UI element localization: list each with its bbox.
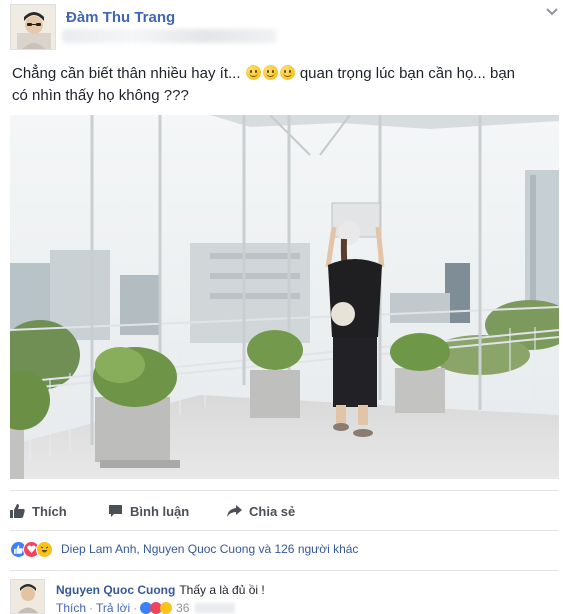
post-text-line2: có nhìn thấy họ không ???	[12, 87, 189, 104]
separator: ·	[89, 601, 94, 614]
smile-emoji-icon	[279, 65, 295, 80]
share-label: Chia sẻ	[249, 503, 296, 519]
post-card: Đàm Thu Trang Chẳng cần biết thân nhiều …	[0, 0, 563, 614]
comment-meta: Thích · Trả lời · 36	[56, 601, 236, 614]
divider	[10, 490, 559, 491]
haha-reaction-icon	[160, 602, 173, 614]
author-avatar[interactable]	[10, 4, 56, 50]
post-meta-blurred	[62, 29, 276, 43]
thumbs-up-icon	[10, 504, 25, 518]
post-author-name[interactable]: Đàm Thu Trang	[66, 9, 175, 26]
post-text: Chẳng cần biết thân nhiều hay ít... quan…	[12, 63, 557, 107]
comment-reaction-count[interactable]: 36	[176, 601, 189, 614]
comment-reply-link[interactable]: Trả lời	[96, 601, 130, 614]
comment-time-blurred	[195, 603, 236, 613]
separator: ·	[133, 601, 138, 614]
divider	[10, 530, 559, 531]
like-button[interactable]: Thích	[10, 502, 67, 520]
smile-emoji-icon	[245, 65, 261, 80]
comment-icon	[109, 505, 122, 517]
comment-button[interactable]: Bình luận	[108, 502, 189, 520]
post-photo[interactable]	[10, 115, 559, 479]
comment-body: Nguyen Quoc Cuong Thấy a là đủ ồi !	[56, 583, 265, 597]
post-text-line1: Chẳng cần biết thân nhiều hay ít...	[12, 65, 241, 82]
chevron-down-icon[interactable]	[545, 6, 559, 18]
share-button[interactable]: Chia sẻ	[227, 502, 295, 520]
share-arrow-icon	[227, 505, 242, 517]
divider	[10, 570, 559, 571]
comment-like-link[interactable]: Thích	[56, 601, 86, 614]
post-text-mid: quan trọng lúc bạn cần họ... bạn	[299, 65, 516, 82]
like-label: Thích	[32, 503, 67, 519]
comment-label: Bình luận	[130, 503, 190, 519]
reactions-summary[interactable]: Diep Lam Anh, Nguyen Quoc Cuong và 126 n…	[10, 539, 358, 559]
comment-author[interactable]: Nguyen Quoc Cuong	[56, 583, 175, 597]
comment-text: Thấy a là đủ ồi !	[179, 583, 265, 597]
commenter-avatar[interactable]	[10, 579, 45, 614]
reactions-text: Diep Lam Anh, Nguyen Quoc Cuong và 126 n…	[61, 542, 359, 556]
smile-emoji-icon	[262, 65, 278, 80]
haha-reaction-icon	[36, 540, 53, 558]
